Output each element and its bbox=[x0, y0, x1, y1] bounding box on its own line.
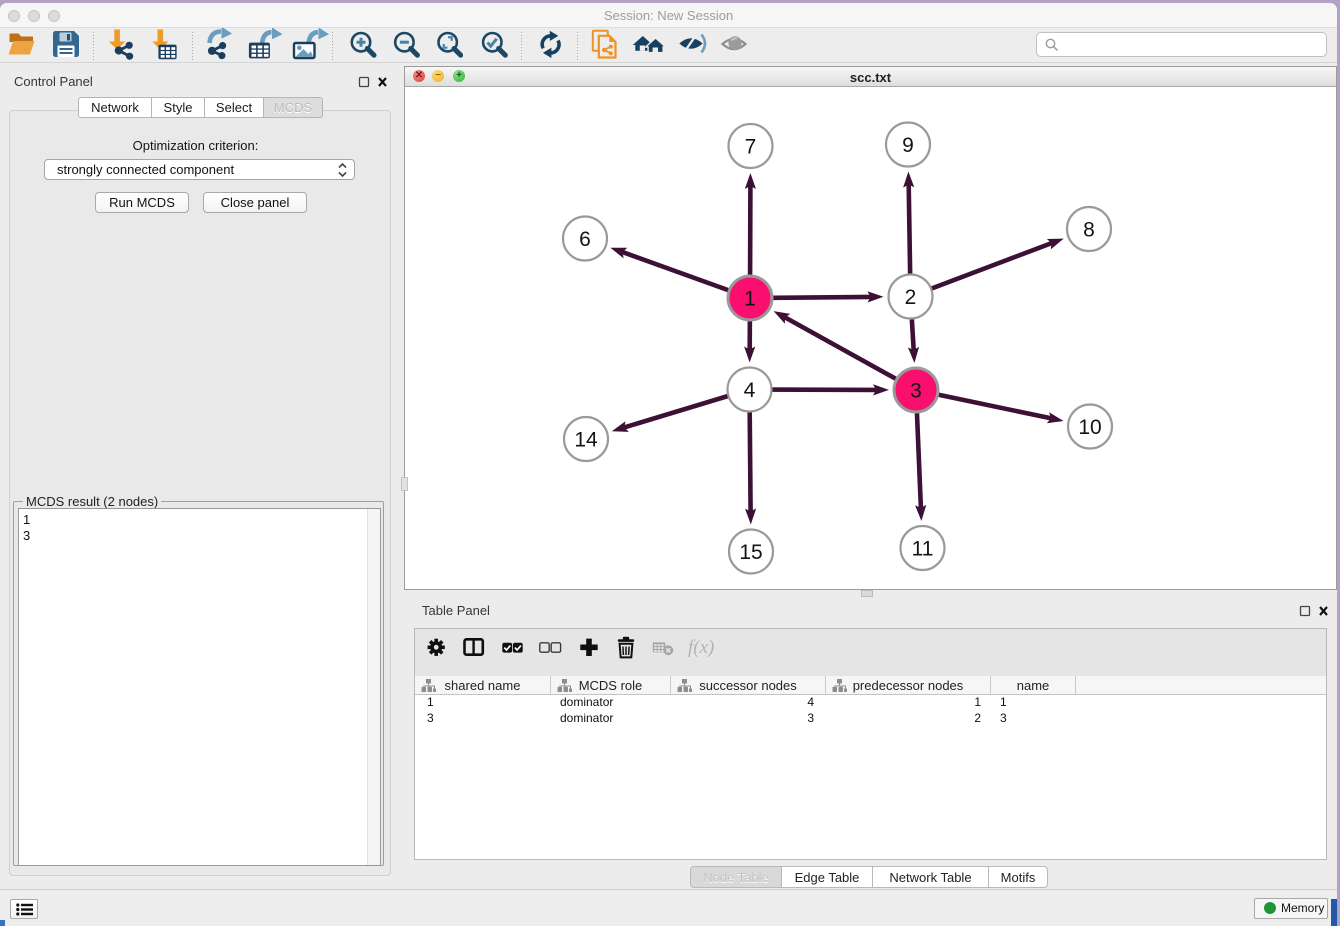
svg-text:1: 1 bbox=[744, 288, 756, 311]
svg-text:9: 9 bbox=[902, 134, 914, 157]
svg-text:6: 6 bbox=[579, 228, 591, 251]
svg-text:2: 2 bbox=[905, 286, 917, 309]
svg-text:14: 14 bbox=[574, 429, 598, 452]
svg-text:4: 4 bbox=[744, 379, 756, 402]
svg-text:10: 10 bbox=[1078, 416, 1101, 439]
svg-text:11: 11 bbox=[912, 538, 934, 561]
svg-text:3: 3 bbox=[910, 380, 922, 403]
svg-text:8: 8 bbox=[1083, 219, 1095, 242]
svg-text:7: 7 bbox=[745, 136, 757, 159]
svg-text:15: 15 bbox=[739, 541, 762, 564]
